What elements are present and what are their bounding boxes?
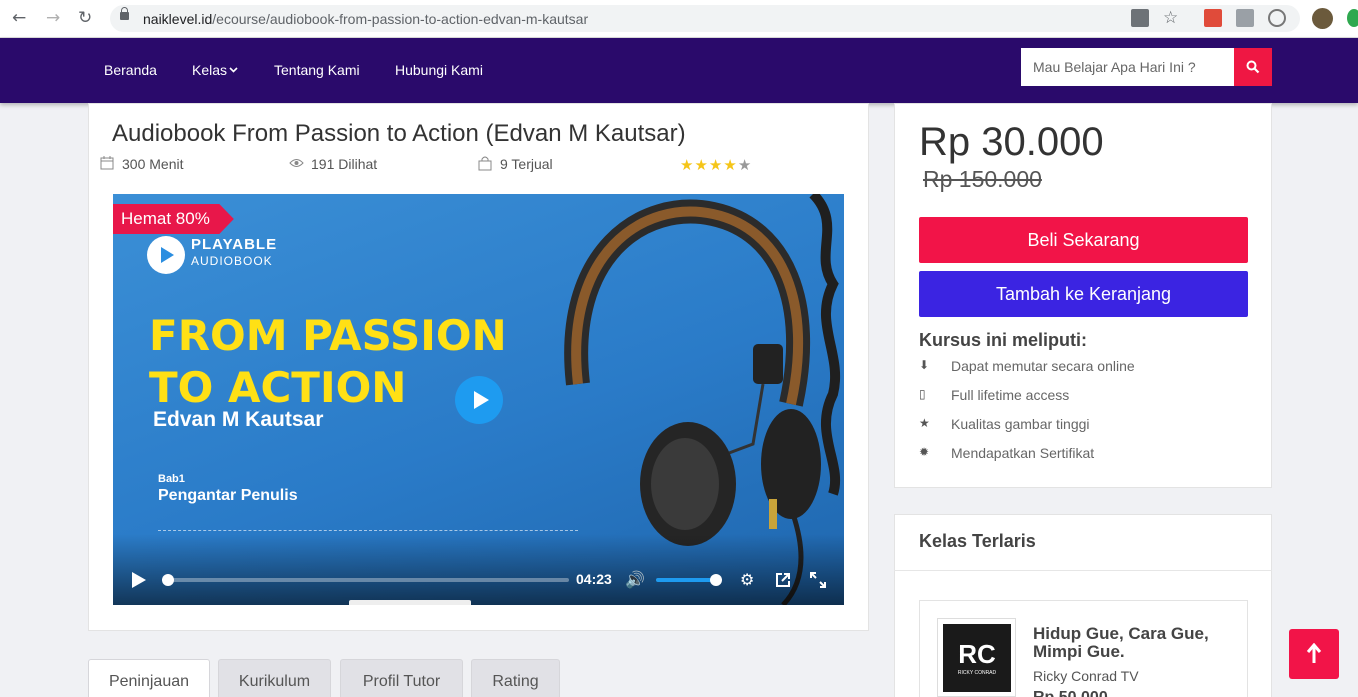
bestseller-course-author: Ricky Conrad TV [1033, 668, 1139, 684]
buy-now-button[interactable]: Beli Sekarang [919, 217, 1248, 263]
download-icon: ⬇ [919, 358, 930, 372]
course-duration: 300 Menit [100, 156, 184, 172]
course-sold: 9 Terjual [478, 156, 553, 172]
bestseller-course-title[interactable]: Hidup Gue, Cara Gue, Mimpi Gue. [1033, 625, 1243, 661]
external-link-icon[interactable] [775, 572, 791, 588]
duration-text: 300 Menit [122, 156, 184, 172]
cast-extension-icon[interactable] [1268, 9, 1286, 27]
url-path: /ecourse/audiobook-from-passion-to-actio… [212, 11, 589, 27]
pdf-extension-icon[interactable] [1204, 9, 1222, 27]
volume-slider[interactable] [656, 574, 722, 586]
lock-icon [120, 7, 129, 20]
tab-kurikulum[interactable]: Kurikulum [218, 659, 331, 697]
tab-rating[interactable]: Rating [471, 659, 560, 697]
cover-title: FROM PASSION TO ACTION [149, 310, 507, 414]
rating-star-icon: ★ [737, 156, 753, 174]
bestseller-divider [894, 570, 1272, 571]
address-bar[interactable]: naiklevel.id/ecourse/audiobook-from-pass… [110, 5, 1300, 32]
logo-text: RC [958, 639, 996, 669]
include-item: Full lifetime access [951, 387, 1070, 403]
course-thumbnail[interactable]: RC RICKY CONRAD [937, 618, 1016, 697]
profile-avatar[interactable] [1312, 8, 1333, 29]
back-icon[interactable]: ← [12, 7, 26, 29]
include-item: Kualitas gambar tinggi [951, 416, 1090, 432]
update-icon[interactable] [1347, 9, 1358, 27]
add-to-cart-button[interactable]: Tambah ke Keranjang [919, 271, 1248, 317]
play-icon[interactable] [132, 572, 146, 588]
includes-title: Kursus ini meliputi: [919, 330, 1088, 350]
audiobook-player[interactable]: Hemat 80% PLAYABLE AUDIOBOOK FROM PASSIO… [113, 194, 844, 605]
volume-icon[interactable]: 🔊 [625, 571, 645, 589]
search-input[interactable] [1021, 48, 1234, 86]
volume-knob[interactable] [710, 574, 722, 586]
tab-peninjauan[interactable]: Peninjauan [88, 659, 210, 697]
back-to-top-button[interactable] [1289, 629, 1339, 679]
rc-logo: RC RICKY CONRAD [943, 624, 1011, 692]
current-price: Rp 30.000 [919, 120, 1104, 164]
bestseller-title: Kelas Terlaris [919, 531, 1036, 551]
nav-beranda[interactable]: Beranda [104, 62, 157, 78]
calendar-icon [100, 156, 114, 170]
star-icon: ★ [919, 416, 930, 430]
old-price: Rp 150.000 [923, 166, 1042, 192]
reload-icon[interactable]: ↻ [78, 7, 92, 29]
cover-title-line-1: FROM PASSION [149, 311, 507, 360]
nav-hubungi-kami[interactable]: Hubungi Kami [395, 62, 483, 78]
cover-author: Edvan M Kautsar [153, 408, 324, 431]
nav-tentang-kami[interactable]: Tentang Kami [274, 62, 360, 78]
search-icon [1246, 60, 1260, 74]
certificate-icon: ✹ [919, 445, 930, 459]
mobile-icon: ▯ [919, 387, 926, 401]
discount-badge: Hemat 80% [113, 204, 234, 234]
site-navbar: Beranda Kelas Tentang Kami Hubungi Kami [0, 38, 1358, 103]
time-tooltip [349, 600, 471, 605]
fullscreen-icon[interactable] [810, 572, 826, 588]
include-item: Mendapatkan Sertifikat [951, 445, 1095, 461]
center-play-button[interactable] [455, 376, 503, 424]
player-controls: 04:23 🔊 ⚙ [113, 534, 844, 605]
image-extension-icon[interactable] [1236, 9, 1254, 27]
include-item: Dapat memutar secara online [951, 358, 1135, 374]
rating-star-icon: ★ [680, 156, 695, 174]
chapter-title: Pengantar Penulis [158, 487, 298, 504]
brand-line-2: AUDIOBOOK [191, 254, 273, 268]
translate-icon[interactable] [1131, 9, 1149, 27]
shopping-bag-icon [478, 156, 492, 171]
progress-bar[interactable] [162, 574, 569, 586]
chapter-label: Bab1 [158, 473, 185, 485]
arrow-up-icon [1306, 643, 1322, 663]
rating-star-icon: ★ [694, 156, 709, 174]
eye-icon [289, 159, 304, 167]
playable-audiobook-brand: PLAYABLE AUDIOBOOK [191, 236, 277, 270]
sold-text: 9 Terjual [500, 156, 553, 172]
bestseller-course-price: Rp 50.000 [1033, 689, 1108, 697]
logo-subtext: RICKY CONRAD [957, 670, 997, 676]
browser-toolbar: ← → ↻ naiklevel.id/ecourse/audiobook-fro… [0, 0, 1358, 38]
tab-profil-tutor[interactable]: Profil Tutor [340, 659, 463, 697]
rating-star-icon: ★ [723, 156, 738, 174]
forward-icon[interactable]: → [46, 7, 60, 29]
search-button[interactable] [1234, 48, 1272, 86]
nav-kelas[interactable]: Kelas [192, 62, 238, 78]
url-text[interactable]: naiklevel.id/ecourse/audiobook-from-pass… [143, 11, 588, 27]
course-views: 191 Dilihat [289, 156, 378, 172]
time-display: 04:23 [576, 571, 612, 587]
chevron-down-icon [229, 67, 238, 73]
rating-stars: ★★★★★ [680, 156, 752, 174]
playable-audiobook-logo-icon [147, 236, 185, 274]
url-host: naiklevel.id [143, 11, 213, 27]
course-title: Audiobook From Passion to Action (Edvan … [112, 120, 686, 147]
settings-gear-icon[interactable]: ⚙ [740, 571, 754, 589]
brand-line-1: PLAYABLE [191, 236, 278, 253]
progress-knob[interactable] [162, 574, 174, 586]
rating-star-icon: ★ [708, 156, 724, 174]
cover-title-line-2: TO ACTION [149, 363, 407, 412]
bookmark-star-icon[interactable]: ☆ [1163, 7, 1178, 29]
views-text: 191 Dilihat [311, 156, 378, 172]
nav-kelas-label: Kelas [192, 62, 228, 78]
